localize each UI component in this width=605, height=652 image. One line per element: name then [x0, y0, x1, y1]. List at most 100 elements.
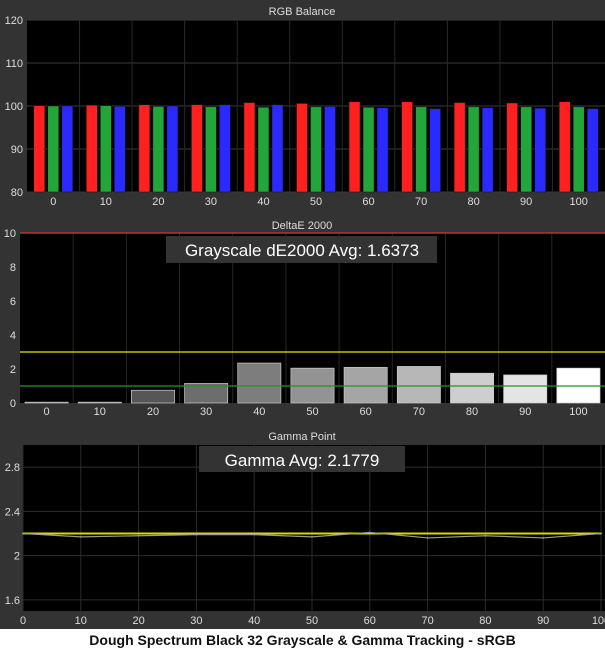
gamma-series-point — [79, 535, 82, 538]
deltae-y-tick-label: 0 — [10, 398, 16, 410]
rgb-bar-red — [86, 104, 98, 193]
gamma-series-point — [137, 534, 140, 537]
rgb-bar-red — [558, 101, 571, 193]
deltae-x-tick-label: 100 — [569, 406, 587, 418]
gamma-series-point — [311, 532, 313, 535]
deltae-bar — [343, 366, 388, 404]
gamma-x-tick-label: 30 — [190, 615, 202, 627]
rgb-y-tick-label: 120 — [5, 15, 23, 27]
rgb-x-tick-label: 50 — [310, 196, 322, 208]
rgb-x-tick-label: 20 — [152, 196, 164, 208]
rgb-x-tick-label: 80 — [468, 196, 480, 208]
rgb-bar-blue — [376, 107, 389, 193]
rgb-bar-green — [100, 105, 112, 193]
rgb-bar-green — [152, 106, 165, 193]
gamma-x-tick-label: 10 — [75, 615, 87, 627]
rgb-chart-title: RGB Balance — [269, 6, 336, 18]
rgb-bar-blue — [271, 104, 284, 193]
rgb-bar-red — [33, 105, 46, 193]
rgb-bar-red — [506, 102, 518, 193]
gamma-x-tick-label: 90 — [537, 615, 549, 627]
rgb-x-tick-label: 70 — [415, 196, 427, 208]
deltae-y-tick-label: 10 — [4, 228, 16, 240]
gamma-series-point — [137, 532, 140, 535]
rgb-x-tick-label: 100 — [570, 196, 588, 208]
gamma-x-tick-label: 20 — [132, 615, 144, 627]
rgb-bar-green — [520, 106, 532, 193]
deltae-x-tick-label: 90 — [519, 406, 531, 418]
calibration-charts: RGB Balance80901001101200 10 20 30 40 50 60 70 8… — [0, 0, 605, 629]
gamma-x-tick-label: 80 — [479, 615, 491, 627]
gamma-series-point — [22, 532, 24, 535]
rgb-y-tick-label: 80 — [11, 187, 23, 199]
gamma-series-point — [253, 533, 256, 536]
deltae-x-tick-label: 50 — [306, 406, 318, 418]
deltae-y-tick-label: 6 — [10, 296, 16, 308]
gamma-series-point — [600, 532, 602, 535]
rgb-bar-blue — [586, 108, 599, 193]
deltae-y-tick-label: 2 — [10, 364, 16, 376]
rgb-bar-blue — [534, 107, 546, 193]
gamma-series-point — [195, 533, 198, 536]
rgb-bar-red — [401, 101, 413, 193]
rgb-bar-red — [191, 104, 203, 193]
deltae-bar — [77, 401, 122, 404]
gamma-x-tick-label: 40 — [248, 615, 260, 627]
figure-caption: Dough Spectrum Black 32 Grayscale & Gamm… — [0, 629, 605, 652]
gamma-y-tick-label: 2 — [14, 551, 20, 563]
deltae-x-tick-label: 20 — [147, 406, 159, 418]
rgb-x-tick-label: 0 — [50, 196, 56, 208]
deltae-x-tick-label: 40 — [253, 406, 265, 418]
deltae-x-tick-label: 0 — [44, 406, 50, 418]
gamma-x-tick-label: 100 — [592, 615, 605, 627]
gamma-series-point — [542, 537, 545, 539]
deltae-x-tick-label: 60 — [360, 406, 372, 418]
rgb-bar-green — [257, 107, 270, 193]
gamma-series-point — [79, 532, 82, 535]
rgb-x-tick-label: 30 — [205, 196, 217, 208]
rgb-x-tick-label: 10 — [100, 196, 112, 208]
deltae-bar — [24, 401, 69, 404]
deltae-bar — [450, 372, 494, 404]
gamma-average-annotation: Gamma Avg: 2.1779 — [225, 451, 380, 470]
rgb-x-tick-label: 90 — [520, 196, 532, 208]
rgb-y-tick-label: 110 — [5, 58, 23, 70]
gamma-series-point — [484, 532, 487, 535]
deltae-y-tick-label: 8 — [10, 262, 16, 274]
gamma-series-point — [484, 534, 487, 537]
rgb-bar-red — [348, 101, 361, 193]
rgb-bar-red — [296, 103, 308, 193]
rgb-bar-blue — [429, 108, 441, 193]
deltae-x-tick-label: 30 — [200, 406, 212, 418]
gamma-x-tick-label: 50 — [306, 615, 318, 627]
rgb-bar-blue — [324, 106, 336, 193]
rgb-y-tick-label: 100 — [5, 101, 23, 113]
rgb-bar-green — [572, 106, 585, 193]
gamma-y-tick-label: 2.4 — [5, 506, 20, 518]
gamma-series-point — [426, 532, 429, 535]
rgb-bar-green — [310, 106, 322, 193]
gamma-x-tick-label: 70 — [421, 615, 433, 627]
rgb-bar-red — [453, 102, 466, 193]
gamma-x-tick-label: 60 — [364, 615, 376, 627]
deltae-chart-title: DeltaE 2000 — [272, 220, 333, 232]
rgb-bar-green — [415, 106, 427, 193]
rgb-bar-blue — [166, 105, 179, 193]
rgb-bar-red — [138, 104, 151, 193]
gamma-x-tick-label: 0 — [20, 615, 26, 627]
deltae-x-tick-label: 70 — [413, 406, 425, 418]
gamma-series-point — [426, 537, 429, 539]
gamma-y-tick-label: 2.8 — [5, 462, 20, 474]
deltae-y-tick-label: 4 — [10, 330, 16, 342]
gamma-y-tick-label: 1.6 — [5, 595, 20, 607]
gamma-series-point — [368, 531, 371, 534]
rgb-bar-green — [362, 107, 375, 193]
rgb-x-tick-label: 40 — [257, 196, 269, 208]
gamma-series-point — [542, 532, 545, 535]
rgb-bar-blue — [219, 104, 231, 193]
deltae-bar — [237, 362, 282, 404]
gamma-chart-title: Gamma Point — [268, 431, 335, 443]
deltae-average-annotation: Grayscale dE2000 Avg: 1.6373 — [185, 241, 419, 260]
deltae-bar — [503, 374, 548, 404]
rgb-bar-red — [243, 102, 256, 193]
